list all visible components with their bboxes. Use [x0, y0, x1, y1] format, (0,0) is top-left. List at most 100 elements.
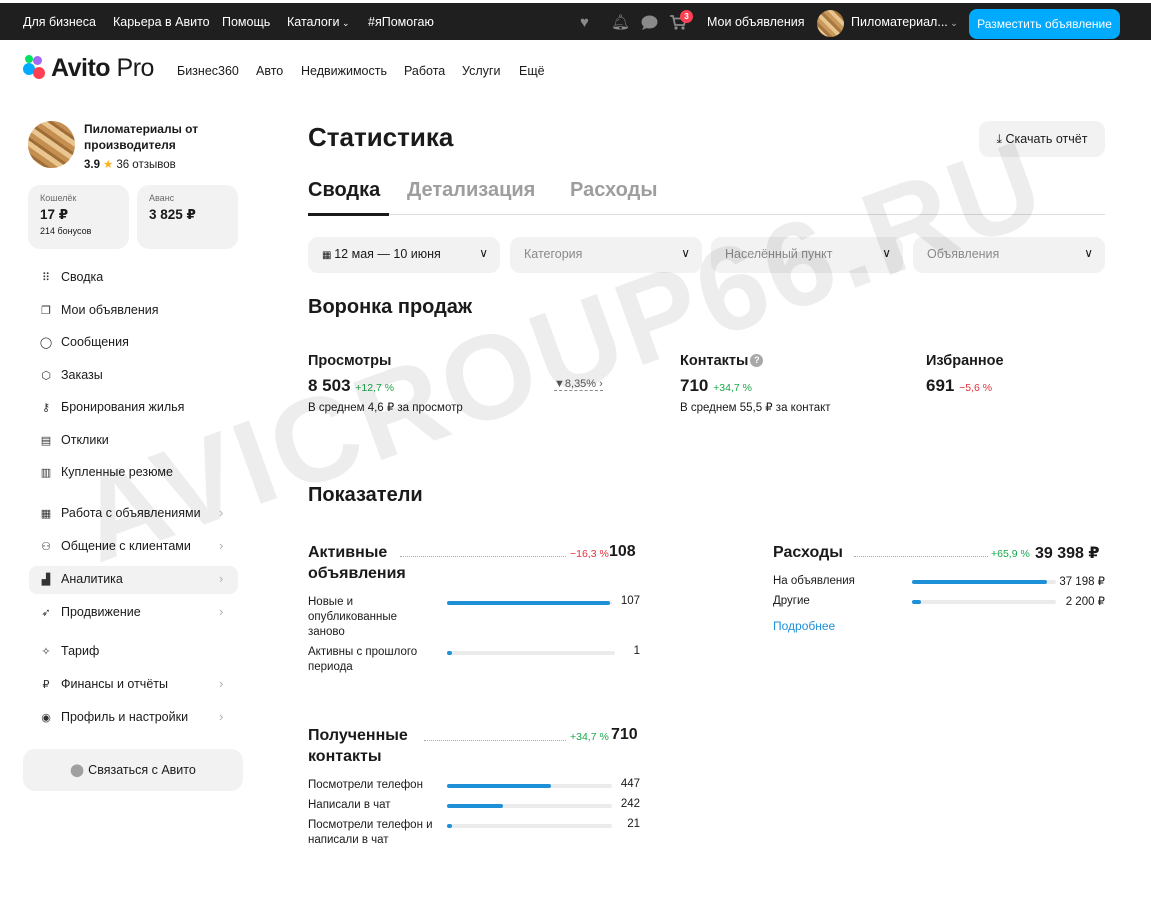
chevron-right-icon: › — [219, 604, 224, 619]
sidebar-item-messages[interactable]: ◯ Сообщения — [29, 329, 238, 357]
tab-expenses[interactable]: Расходы — [570, 179, 657, 202]
progress-fill — [912, 600, 921, 604]
sidebar-item-label: Бронирования жилья — [61, 400, 185, 414]
date-filter-value: ▦ 12 мая — 10 июня — [322, 247, 441, 261]
contact-avito-label: Связаться с Авито — [88, 763, 196, 777]
ads-filter[interactable]: Объявления ∨ — [913, 237, 1105, 273]
users-icon: ⚇ — [41, 541, 51, 553]
shop-rating[interactable]: 3.9 ★ 36 отзывов — [84, 157, 176, 171]
tab-details[interactable]: Детализация — [407, 179, 535, 202]
chevron-right-icon: › — [219, 571, 224, 586]
wallet-label: Кошелёк — [40, 193, 77, 203]
link-career[interactable]: Карьера в Авито — [113, 15, 210, 29]
wallet-bonuses: 214 бонусов — [40, 226, 92, 236]
sidebar-item-ads-work[interactable]: ▦ Работа с объявлениями › — [29, 500, 238, 528]
sidebar-item-label: Заказы — [61, 368, 103, 382]
active-ads-total: 108 — [609, 543, 636, 560]
chevron-right-icon: › — [219, 538, 224, 553]
tab-summary[interactable]: Сводка — [308, 179, 380, 202]
sidebar-item-label: Финансы и отчёты — [61, 677, 168, 691]
sidebar-item-label: Работа с объявлениями — [61, 506, 201, 520]
chevron-down-icon: ∨ — [681, 246, 690, 260]
sidebar-item-bookings[interactable]: ⚷ Бронирования жилья — [29, 394, 238, 422]
sidebar-item-my-ads[interactable]: ❐ Мои объявления — [29, 297, 238, 325]
wallet-card[interactable]: Кошелёк 17 ₽ 214 бонусов — [28, 185, 129, 249]
sidebar-item-summary[interactable]: ⠿ Сводка — [29, 264, 238, 292]
contacts-row-value: 242 — [620, 798, 640, 810]
chat-icon[interactable] — [641, 15, 658, 33]
favorites-value: 691 −5,6 % — [926, 376, 993, 395]
nav-jobs[interactable]: Работа — [404, 64, 445, 78]
date-filter[interactable]: ▦ 12 мая — 10 июня ∨ — [308, 237, 500, 273]
category-filter[interactable]: Категория ∨ — [510, 237, 702, 273]
nav-business360[interactable]: Бизнес360 — [177, 64, 239, 78]
sidebar-item-label: Отклики — [61, 433, 109, 447]
rating-value: 3.9 — [84, 159, 100, 171]
question-icon[interactable]: ? — [750, 354, 764, 367]
progress-bar — [447, 784, 612, 788]
sidebar-item-orders[interactable]: ⬡ Заказы — [29, 362, 238, 390]
nav-realty[interactable]: Недвижимость — [301, 64, 387, 78]
box-icon: ⬡ — [41, 370, 51, 382]
advance-card[interactable]: Аванс 3 825 ₽ — [137, 185, 238, 249]
contact-avito-button[interactable]: ⬤ Связаться с Авито — [23, 749, 243, 791]
progress-bar — [447, 601, 612, 605]
cart-badge: 3 — [680, 10, 693, 23]
contacts-row-value: 21 — [627, 818, 640, 830]
city-filter[interactable]: Населённый пункт ∨ — [711, 237, 903, 273]
sidebar-item-promotion[interactable]: ➶ Продвижение › — [29, 599, 238, 627]
expenses-row-value: 2 200 ₽ — [1065, 596, 1105, 608]
link-help[interactable]: Помощь — [222, 15, 270, 29]
avito-pro-logo[interactable]: Avito Pro — [23, 54, 168, 84]
more-details-link[interactable]: Подробнее — [773, 619, 835, 633]
sidebar-item-label: Сводка — [61, 270, 104, 284]
shop-name[interactable]: Пиломатериалы от производителя — [84, 122, 234, 153]
shop-avatar[interactable] — [28, 121, 75, 168]
bell-icon[interactable]: 🔔︎ — [611, 15, 630, 30]
sidebar-item-responses[interactable]: ▤ Отклики — [29, 427, 238, 455]
expenses-delta: +65,9 % — [991, 548, 1030, 560]
progress-bar — [447, 824, 612, 828]
chevron-down-icon: ⌄ — [947, 18, 958, 28]
sidebar-item-label: Тариф — [61, 644, 100, 658]
download-report-button[interactable]: ⤓ Скачать отчёт — [979, 121, 1105, 157]
progress-bar — [912, 580, 1056, 584]
copy-icon: ❐ — [41, 305, 51, 317]
heart-icon[interactable]: ♥ — [580, 15, 589, 30]
progress-fill — [912, 580, 1048, 584]
profile-icon: ◉ — [41, 712, 51, 724]
my-ads-link[interactable]: Мои объявления — [707, 15, 805, 29]
user-menu[interactable]: Пиломатериал... ⌄ — [851, 15, 958, 29]
sidebar-item-profile[interactable]: ◉ Профиль и настройки › — [29, 704, 238, 732]
doc-icon: ▤ — [40, 435, 52, 447]
contacts-row-value: 447 — [620, 778, 640, 790]
star-icon: ★ — [103, 159, 114, 171]
sidebar-item-bought-resumes[interactable]: ▥ Купленные резюме — [29, 459, 238, 487]
wallet-value: 17 ₽ — [40, 207, 69, 222]
nav-more[interactable]: Ещё — [519, 64, 545, 78]
sidebar-item-analytics[interactable]: ▟ Аналитика › — [29, 566, 238, 594]
contacts-sub: В среднем 55,5 ₽ за контакт — [680, 402, 831, 414]
post-ad-button[interactable]: Разместить объявление — [969, 9, 1120, 39]
metrics-title: Показатели — [308, 484, 423, 506]
nav-auto[interactable]: Авто — [256, 64, 283, 78]
sidebar-item-finance[interactable]: ₽ Финансы и отчёты › — [29, 671, 238, 699]
favorites-label: Избранное — [926, 353, 1004, 369]
advance-label: Аванс — [149, 193, 175, 203]
favorites-delta: −5,6 % — [959, 382, 993, 394]
link-catalogs[interactable]: Каталоги ⌄ — [287, 15, 349, 29]
sidebar-item-clients[interactable]: ⚇ Общение с клиентами › — [29, 533, 238, 561]
user-avatar[interactable] — [817, 10, 844, 37]
ads-filter-placeholder: Объявления — [927, 247, 1000, 261]
dotted-leader — [400, 556, 566, 557]
rocket-icon: ➶ — [41, 607, 51, 619]
expenses-row-value: 37 198 ₽ — [1059, 576, 1105, 588]
nav-services[interactable]: Услуги — [462, 64, 500, 78]
link-ya-pomogayu[interactable]: #яПомогаю — [368, 15, 434, 29]
sidebar-item-tariff[interactable]: ✧ Тариф — [29, 638, 238, 666]
list-icon: ▦ — [40, 508, 52, 520]
chevron-right-icon: › — [219, 676, 224, 691]
avito-dots-icon: ⬤ — [70, 763, 85, 777]
link-for-business[interactable]: Для бизнеса — [23, 15, 96, 29]
conversion-link[interactable]: ▼8,35% › — [554, 378, 603, 391]
